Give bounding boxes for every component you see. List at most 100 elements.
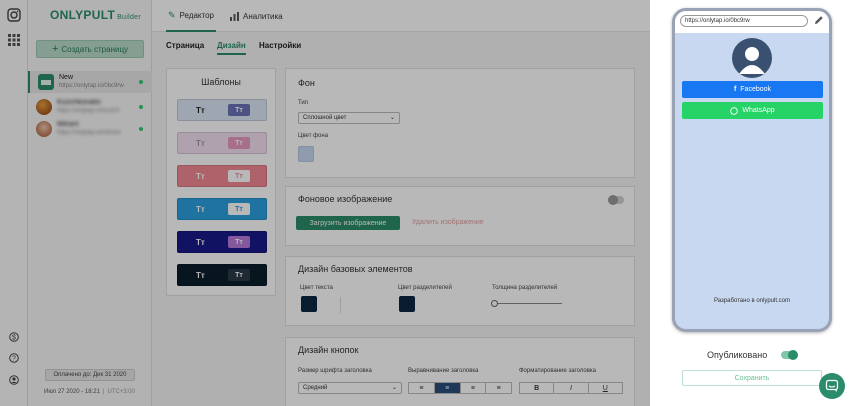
published-label: Опубликовано xyxy=(707,350,768,360)
user-icon xyxy=(739,47,765,74)
status-dot xyxy=(139,80,143,84)
whatsapp-link-button[interactable]: WhatsApp xyxy=(682,102,823,119)
template-text-sample: Тт xyxy=(196,204,205,214)
bg-color-label: Цвет фона xyxy=(298,133,329,139)
slider-handle[interactable] xyxy=(491,300,498,307)
template-option[interactable]: Тт Тт xyxy=(177,198,267,220)
subtab-page[interactable]: Страница xyxy=(166,41,204,50)
template-option[interactable]: Тт Тт xyxy=(177,99,267,121)
current-date: Июл 27 2020 - 18:21 | UTC+3:00 xyxy=(44,389,135,395)
template-option[interactable]: Тт Тт xyxy=(177,231,267,253)
page-title: Kuzichkonatio xyxy=(57,99,101,106)
chevron-down-icon: ⌄ xyxy=(389,115,395,121)
upload-image-button[interactable]: Загрузить изображение xyxy=(296,216,400,230)
template-text-sample: Тт xyxy=(196,171,205,181)
format-label: Форматирование заголовка xyxy=(519,368,597,374)
pencil-icon[interactable] xyxy=(814,15,824,25)
grid-icon[interactable] xyxy=(8,34,20,46)
whatsapp-icon xyxy=(730,106,739,115)
type-select[interactable]: Сплошной цвет ⌄ xyxy=(298,112,400,124)
bg-image-title: Фоновое изображение xyxy=(298,194,393,204)
align-right-icon[interactable]: ≡ xyxy=(461,383,487,393)
font-size-label: Размер шрифта заголовка xyxy=(298,368,372,374)
page-item-new[interactable]: New https://onlytap.io/0bc9rw xyxy=(28,71,152,93)
instagram-icon[interactable] xyxy=(7,8,21,22)
base-elements-card: Дизайн базовых элементов Цвет текста Цве… xyxy=(285,256,635,326)
tab-analytics[interactable]: Аналитика xyxy=(230,0,283,32)
avatar xyxy=(36,99,52,115)
template-option[interactable]: Тт Тт xyxy=(177,132,267,154)
divider xyxy=(340,297,341,313)
page-item[interactable]: Mitrant https://onlytap.io/mitrant xyxy=(28,118,152,140)
paid-until-badge: Оплачено до: Дек 31 2020 xyxy=(45,369,135,381)
template-button-sample: Тт xyxy=(228,269,250,281)
delete-image-link[interactable]: Удалить изображение xyxy=(412,219,484,226)
svg-text:$: $ xyxy=(12,335,16,342)
template-button-sample: Тт xyxy=(228,137,250,149)
align-segmented: ≡ ≡ ≡ ≡ xyxy=(408,382,512,394)
create-page-button[interactable]: + Создать страницу xyxy=(36,40,144,58)
text-color-label: Цвет текста xyxy=(300,285,333,291)
page-title: Mitrant xyxy=(57,121,79,128)
svg-text:?: ? xyxy=(12,356,16,363)
font-size-select[interactable]: Средний ⌄ xyxy=(298,382,402,394)
template-text-sample: Тт xyxy=(196,237,205,247)
divider-width-label: Толщина разделителей xyxy=(492,285,558,291)
pencil-icon: ✎ xyxy=(168,9,176,20)
templates-panel: Шаблоны Тт Тт Тт Тт Тт Тт Тт Тт Тт Тт Тт Тт xyxy=(166,68,276,296)
page-url: https://onlytap.io/kuzich xyxy=(57,108,120,114)
page-url: https://onlytap.io/mitrant xyxy=(57,130,121,136)
chevron-down-icon: ⌄ xyxy=(391,385,397,391)
template-text-sample: Тт xyxy=(196,138,205,148)
preview-url[interactable]: https://onlytap.io/0bc9rw xyxy=(680,15,808,27)
pages-sidebar: ONLYPULT Builder + Создать страницу New h… xyxy=(28,0,152,406)
align-justify-icon[interactable]: ≡ xyxy=(486,383,511,393)
published-toggle[interactable] xyxy=(781,350,798,360)
type-label: Тип xyxy=(298,100,309,106)
chat-button[interactable] xyxy=(819,373,845,399)
status-dot xyxy=(139,105,143,109)
background-title: Фон xyxy=(298,78,315,88)
bg-image-toggle[interactable] xyxy=(608,195,624,205)
bold-button[interactable]: B xyxy=(520,383,555,393)
divider-color-swatch[interactable] xyxy=(399,296,415,312)
template-button-sample: Тт xyxy=(228,104,250,116)
template-button-sample: Тт xyxy=(228,170,250,182)
tab-editor[interactable]: ✎ Редактор xyxy=(166,0,216,32)
page-item[interactable]: Kuzichkonatio https://onlytap.io/kuzich xyxy=(28,96,152,118)
align-left-icon[interactable]: ≡ xyxy=(409,383,435,393)
template-button-sample: Тт xyxy=(228,203,250,215)
subtab-settings[interactable]: Настройки xyxy=(259,41,301,50)
plus-icon: + xyxy=(51,43,59,55)
template-option[interactable]: Тт Тт xyxy=(177,165,267,187)
page-title: New xyxy=(59,74,74,81)
underline-button[interactable]: U xyxy=(589,383,622,393)
icon-rail: $ ? xyxy=(0,0,28,406)
template-option[interactable]: Тт Тт xyxy=(177,264,267,286)
account-icon[interactable] xyxy=(9,375,19,385)
facebook-link-button[interactable]: f Facebook xyxy=(682,81,823,98)
subtab-design[interactable]: Дизайн xyxy=(217,41,246,55)
text-color-swatch[interactable] xyxy=(301,296,317,312)
template-button-sample: Тт xyxy=(228,236,250,248)
save-button[interactable]: Сохранить xyxy=(682,370,822,386)
status-dot xyxy=(139,127,143,131)
templates-title: Шаблоны xyxy=(201,77,241,87)
help-icon[interactable]: ? xyxy=(9,353,19,363)
dollar-icon[interactable]: $ xyxy=(9,332,19,342)
page-thumbnail xyxy=(38,74,54,90)
divider-width-slider[interactable] xyxy=(494,303,562,304)
editor-app: $ ? ONLYPULT Builder + Создать страницу N… xyxy=(0,0,650,406)
page-url: https://onlytap.io/0bc9rw xyxy=(59,83,124,89)
powered-by: Разработано в onlypult.com xyxy=(713,298,790,304)
chat-icon xyxy=(825,379,839,392)
bar-chart-icon xyxy=(230,11,239,21)
base-elements-title: Дизайн базовых элементов xyxy=(298,264,413,274)
italic-button[interactable]: I xyxy=(554,383,589,393)
facebook-icon: f xyxy=(733,86,737,93)
bg-color-swatch[interactable] xyxy=(298,146,314,162)
buttons-design-title: Дизайн кнопок xyxy=(298,345,359,355)
sub-tabs: Страница Дизайн Настройки xyxy=(152,32,650,58)
top-tabs: ✎ Редактор Аналитика xyxy=(152,0,650,32)
align-center-icon[interactable]: ≡ xyxy=(434,383,461,393)
